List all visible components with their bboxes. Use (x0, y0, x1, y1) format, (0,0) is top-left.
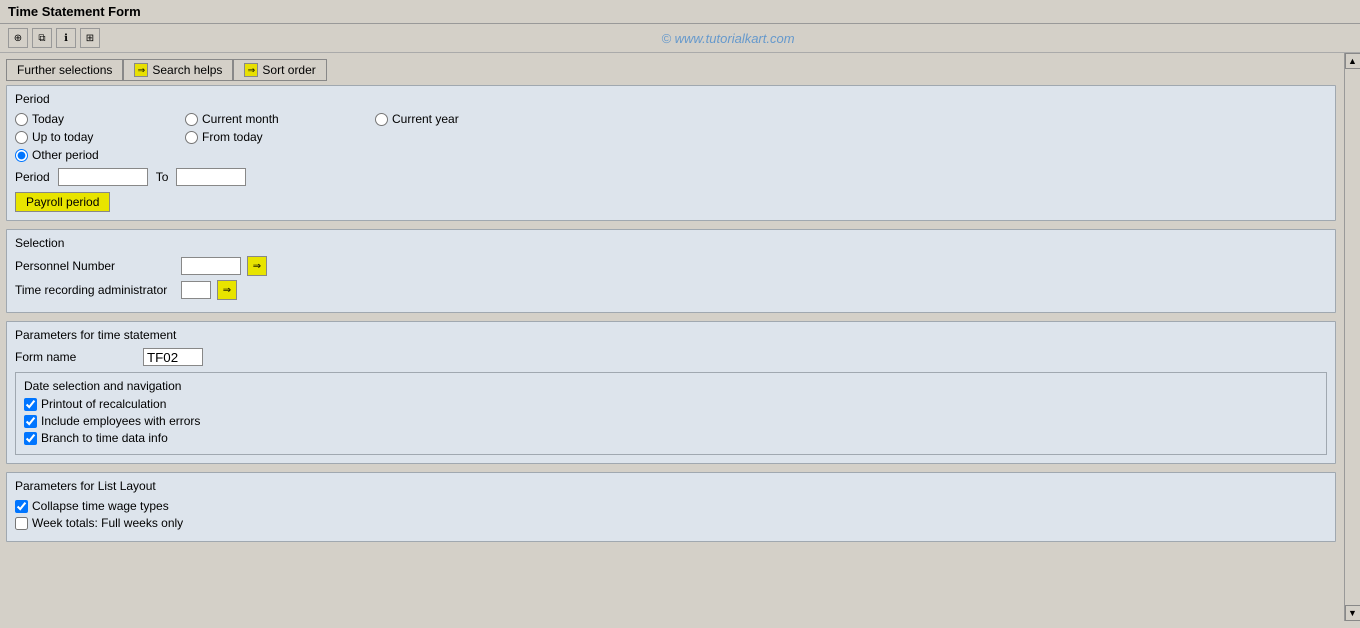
checkbox-collapse: Collapse time wage types (15, 499, 1327, 513)
toolbar-icon-1[interactable]: ⊕ (8, 28, 28, 48)
selection-section: Selection Personnel Number ⇒ Time record… (6, 229, 1336, 313)
checkbox-include-employees-input[interactable] (24, 415, 37, 428)
personnel-number-label: Personnel Number (15, 259, 175, 273)
radio-today-input[interactable] (15, 113, 28, 126)
main-content: Further selections ⇒ Search helps ⇒ Sort… (0, 53, 1360, 621)
period-from-input[interactable] (58, 168, 148, 186)
checkbox-branch-time: Branch to time data info (24, 431, 1318, 445)
selection-section-title: Selection (15, 236, 1327, 250)
radio-from-today-input[interactable] (185, 131, 198, 144)
search-helps-arrow-icon: ⇒ (134, 63, 148, 77)
radio-current-month[interactable]: Current month (185, 112, 365, 126)
checkbox-collapse-input[interactable] (15, 500, 28, 513)
title-bar: Time Statement Form (0, 0, 1360, 24)
radio-up-to-today[interactable]: Up to today (15, 130, 175, 144)
to-label: To (156, 170, 169, 184)
toolbar-icon-4[interactable]: ⊞ (80, 28, 100, 48)
radio-current-year-input[interactable] (375, 113, 388, 126)
period-section: Period Today Current month Current year … (6, 85, 1336, 221)
tab-sort-order-label: Sort order (262, 63, 315, 77)
checkbox-week-totals-input[interactable] (15, 517, 28, 530)
toolbar-icon-3[interactable]: ℹ (56, 28, 76, 48)
date-selection-title: Date selection and navigation (24, 379, 1318, 393)
radio-current-year[interactable]: Current year (375, 112, 535, 126)
radio-other-period-input[interactable] (15, 149, 28, 162)
checkbox-printout-input[interactable] (24, 398, 37, 411)
watermark: © www.tutorialkart.com (104, 31, 1352, 46)
tab-search-helps[interactable]: ⇒ Search helps (123, 59, 233, 81)
checkbox-week-totals: Week totals: Full weeks only (15, 516, 1327, 530)
form-name-row: Form name (15, 348, 1327, 366)
tabs-row: Further selections ⇒ Search helps ⇒ Sort… (6, 59, 1336, 81)
tab-further-selections-label: Further selections (17, 63, 112, 77)
tab-sort-order[interactable]: ⇒ Sort order (233, 59, 326, 81)
personnel-number-nav-btn[interactable]: ⇒ (247, 256, 267, 276)
scroll-down-button[interactable]: ▼ (1345, 605, 1360, 621)
checkbox-branch-time-input[interactable] (24, 432, 37, 445)
parameters-section: Parameters for time statement Form name … (6, 321, 1336, 464)
tab-further-selections[interactable]: Further selections (6, 59, 123, 81)
radio-other-period[interactable]: Other period (15, 148, 1327, 162)
time-recording-row: Time recording administrator ⇒ (15, 280, 1327, 300)
time-recording-input[interactable] (181, 281, 211, 299)
content-area: Further selections ⇒ Search helps ⇒ Sort… (6, 59, 1354, 542)
period-input-row: Period To (15, 168, 1327, 186)
toolbar: ⊕ ⧉ ℹ ⊞ © www.tutorialkart.com (0, 24, 1360, 53)
tab-search-helps-label: Search helps (152, 63, 222, 77)
radio-from-today[interactable]: From today (185, 130, 365, 144)
checkbox-printout: Printout of recalculation (24, 397, 1318, 411)
payroll-period-button[interactable]: Payroll period (15, 192, 110, 212)
personnel-number-row: Personnel Number ⇒ (15, 256, 1327, 276)
list-layout-section: Parameters for List Layout Collapse time… (6, 472, 1336, 542)
scrollbar: ▲ ▼ (1344, 53, 1360, 621)
radio-current-month-input[interactable] (185, 113, 198, 126)
date-selection-section: Date selection and navigation Printout o… (15, 372, 1327, 455)
period-section-title: Period (15, 92, 1327, 106)
time-recording-nav-btn[interactable]: ⇒ (217, 280, 237, 300)
period-label: Period (15, 170, 50, 184)
form-name-input[interactable] (143, 348, 203, 366)
list-layout-title: Parameters for List Layout (15, 479, 1327, 493)
app-title: Time Statement Form (8, 4, 141, 19)
form-name-label: Form name (15, 350, 135, 364)
period-to-input[interactable] (176, 168, 246, 186)
time-recording-label: Time recording administrator (15, 283, 175, 297)
sort-order-arrow-icon: ⇒ (244, 63, 258, 77)
scroll-up-button[interactable]: ▲ (1345, 53, 1360, 69)
toolbar-icon-2[interactable]: ⧉ (32, 28, 52, 48)
personnel-number-input[interactable] (181, 257, 241, 275)
checkbox-include-employees: Include employees with errors (24, 414, 1318, 428)
parameters-section-title: Parameters for time statement (15, 328, 1327, 342)
radio-up-to-today-input[interactable] (15, 131, 28, 144)
radio-today[interactable]: Today (15, 112, 175, 126)
